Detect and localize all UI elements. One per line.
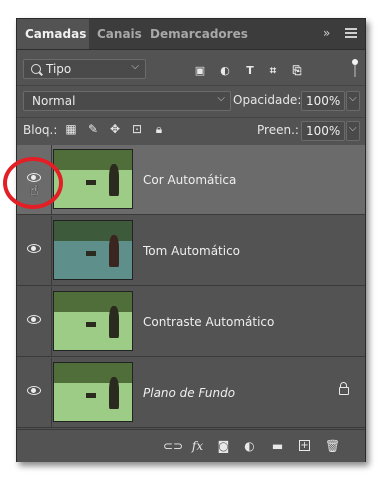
- lock-pixels-brush-icon[interactable]: ✎: [87, 123, 99, 135]
- visibility-toggle[interactable]: [17, 358, 51, 427]
- fill-value: 100%: [306, 124, 341, 138]
- layer-thumbnail: [53, 220, 133, 280]
- image-filter-icon[interactable]: ▣: [194, 65, 206, 76]
- fill-input[interactable]: 100%: [301, 121, 345, 141]
- opacity-label: Opacidade:: [233, 93, 302, 107]
- opacity-dropdown-button[interactable]: ⌵: [346, 91, 360, 111]
- chevron-down-icon: ⌵: [217, 93, 225, 104]
- filter-type-select[interactable]: Tipo ⌵: [23, 59, 146, 79]
- layer-row-plano-de-fundo[interactable]: Plano de Fundo: [17, 358, 365, 428]
- fx-layer-style-icon[interactable]: fx: [191, 440, 204, 452]
- hand-cursor-icon: ☝: [30, 183, 39, 199]
- layer-name[interactable]: Contraste Automático: [143, 315, 274, 329]
- smart-object-filter-icon[interactable]: ⎘: [291, 65, 303, 76]
- link-layers-icon[interactable]: ⊂⊃: [163, 440, 183, 452]
- layer-thumbnail: [53, 149, 133, 209]
- fill-dropdown-button[interactable]: ⌵: [346, 121, 360, 141]
- opacity-value: 100%: [306, 94, 341, 108]
- search-icon: [31, 64, 41, 74]
- layer-row-cor-automatica[interactable]: Cor Automática: [17, 145, 365, 215]
- layer-row-tom-automatico[interactable]: Tom Automático: [17, 216, 365, 286]
- blend-mode-select[interactable]: Normal ⌵: [23, 91, 231, 111]
- layer-name[interactable]: Plano de Fundo: [143, 386, 235, 400]
- layers-list: Cor Automática Tom Automático Contraste …: [17, 145, 365, 429]
- divider: [17, 85, 365, 86]
- lock-artboard-icon[interactable]: ⊡: [131, 123, 143, 135]
- tab-camadas[interactable]: Camadas: [17, 19, 89, 49]
- delete-layer-trash-icon[interactable]: 🗑︎: [325, 440, 340, 452]
- lock-transparency-icon[interactable]: ▦: [65, 123, 77, 135]
- adjustment-filter-icon[interactable]: ◐: [219, 65, 231, 76]
- layer-row-contraste-automatico[interactable]: Contraste Automático: [17, 287, 365, 357]
- layer-lock-icon: [339, 382, 349, 395]
- layer-thumbnail: [53, 291, 133, 351]
- layer-thumbnail: [53, 362, 133, 422]
- layer-name[interactable]: Tom Automático: [143, 244, 240, 258]
- panel-tab-bar: Camadas Canais Demarcadores »: [17, 19, 365, 50]
- panel-menu-icon[interactable]: [345, 28, 357, 38]
- chevron-down-icon: ⌵: [349, 123, 357, 134]
- lock-label: Bloq.:: [23, 123, 58, 137]
- add-mask-icon[interactable]: ◙: [217, 440, 230, 452]
- filter-type-label: Tipo: [46, 62, 72, 76]
- chevron-down-icon: ⌵: [349, 93, 357, 104]
- fill-label: Preen.:: [257, 123, 299, 137]
- filter-toggle-switch[interactable]: [352, 59, 358, 79]
- new-layer-icon[interactable]: +: [299, 440, 310, 451]
- layers-bottom-toolbar: ⊂⊃ fx ◙ ◐ ▬ + 🗑︎: [17, 429, 365, 462]
- collapse-panel-icon[interactable]: »: [323, 26, 337, 40]
- tab-canais[interactable]: Canais: [89, 19, 142, 49]
- layer-name[interactable]: Cor Automática: [143, 173, 236, 187]
- new-adjustment-layer-icon[interactable]: ◐: [243, 440, 256, 452]
- shape-filter-icon[interactable]: ⌗: [267, 65, 279, 76]
- new-group-folder-icon[interactable]: ▬: [271, 440, 284, 452]
- opacity-input[interactable]: 100%: [301, 91, 345, 111]
- eye-icon: [27, 386, 41, 395]
- eye-icon: [27, 315, 41, 324]
- type-filter-icon[interactable]: T: [244, 65, 256, 76]
- lock-position-move-icon[interactable]: ✥: [109, 123, 121, 135]
- layers-panel: Camadas Canais Demarcadores » Tipo ⌵ ▣ ◐…: [16, 18, 366, 462]
- divider: [17, 117, 365, 118]
- eye-icon: [27, 244, 41, 253]
- tab-demarcadores[interactable]: Demarcadores: [142, 19, 248, 49]
- blend-mode-value: Normal: [32, 94, 76, 108]
- visibility-toggle[interactable]: [17, 216, 51, 285]
- lock-all-icon[interactable]: 🔒︎: [153, 123, 165, 135]
- chevron-down-icon: ⌵: [131, 61, 139, 72]
- visibility-toggle[interactable]: [17, 287, 51, 356]
